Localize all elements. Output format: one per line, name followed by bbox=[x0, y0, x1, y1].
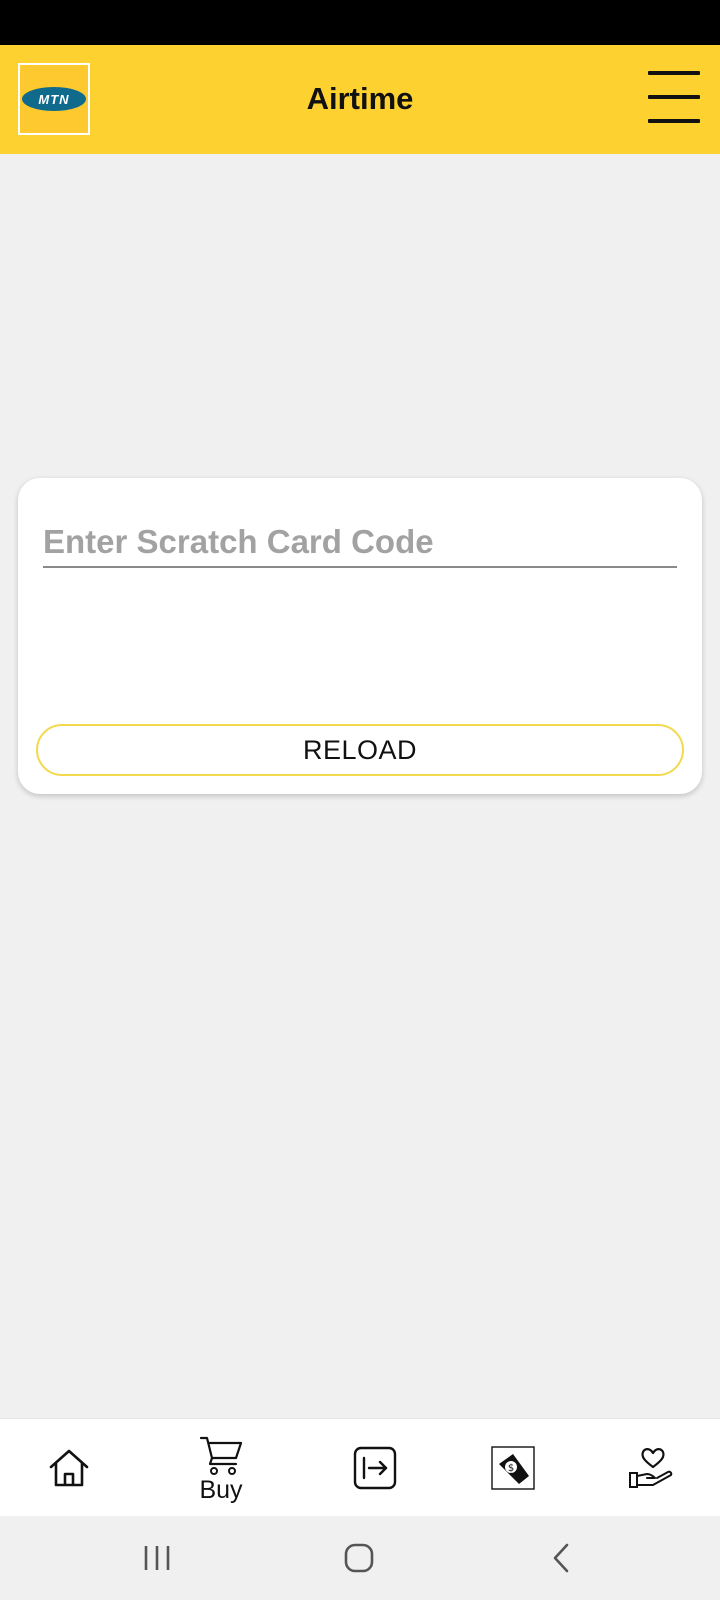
shopping-cart-icon bbox=[199, 1436, 243, 1475]
app-header: MTN Airtime bbox=[0, 45, 720, 154]
heart-hand-icon bbox=[629, 1448, 673, 1488]
scratch-card-code-input[interactable] bbox=[43, 518, 677, 568]
nav-buy[interactable]: Buy bbox=[166, 1419, 276, 1517]
svg-text:$: $ bbox=[508, 1463, 514, 1474]
reload-button[interactable]: RELOAD bbox=[36, 724, 684, 776]
system-navigation-bar bbox=[0, 1516, 720, 1600]
nav-donate[interactable] bbox=[596, 1419, 706, 1517]
home-circle-icon bbox=[344, 1543, 374, 1573]
nav-transfer[interactable] bbox=[320, 1419, 430, 1517]
home-icon bbox=[49, 1449, 89, 1487]
system-back-button[interactable] bbox=[516, 1516, 606, 1600]
status-bar bbox=[0, 0, 720, 45]
hamburger-menu-icon[interactable] bbox=[648, 71, 702, 123]
money-icon: $ bbox=[491, 1446, 535, 1490]
bottom-navigation: Buy $ bbox=[0, 1418, 720, 1516]
nav-home[interactable] bbox=[14, 1419, 124, 1517]
scratch-card-panel: RELOAD bbox=[18, 478, 702, 794]
recent-apps-icon bbox=[144, 1546, 170, 1570]
transfer-arrow-icon bbox=[353, 1446, 397, 1490]
back-chevron-icon bbox=[553, 1543, 569, 1573]
recent-apps-button[interactable] bbox=[112, 1516, 202, 1600]
system-home-button[interactable] bbox=[314, 1516, 404, 1600]
page-title: Airtime bbox=[306, 81, 414, 116]
nav-money[interactable]: $ bbox=[458, 1419, 568, 1517]
nav-buy-label: Buy bbox=[199, 1475, 243, 1504]
